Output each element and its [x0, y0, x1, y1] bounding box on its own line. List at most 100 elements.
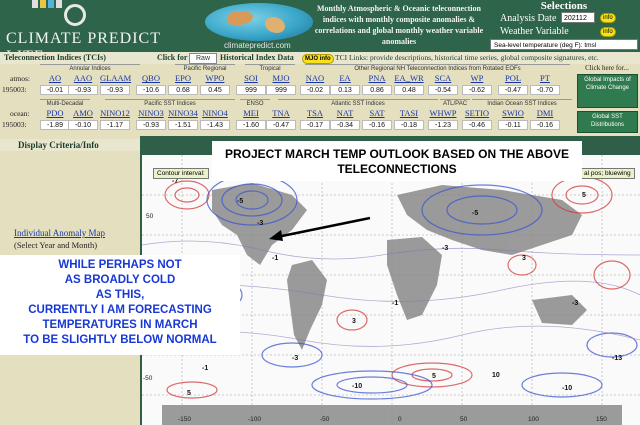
site-url[interactable]: climatepredict.com	[224, 41, 291, 50]
ship-wheel-icon	[64, 4, 86, 26]
index-link-ea[interactable]: EA	[330, 73, 360, 83]
index-link-setio[interactable]: SETIO	[462, 108, 492, 118]
index-link-tna[interactable]: TNA	[266, 108, 296, 118]
index-link-soi[interactable]: SOI	[236, 73, 266, 83]
forecast-annotation: WHILE PERHAPS NOT AS BROADLY COLD AS THI…	[0, 255, 240, 355]
index-link-mjo[interactable]: MJO	[266, 73, 296, 83]
raw-select[interactable]: Raw	[189, 53, 218, 64]
index-link-swio[interactable]: SWIO	[498, 108, 528, 118]
tci-links-note: TCI Links: provide descriptions, histori…	[335, 53, 599, 62]
tci-toolbar: Teleconnection Indices (TCIs) Click for …	[0, 52, 640, 64]
click-here-label: Click here for...	[585, 64, 629, 72]
index-value-tsa: -0.17	[300, 120, 330, 130]
contour-value: -3	[442, 245, 448, 252]
forecast-line: AS BROADLY COLD	[64, 274, 176, 286]
global-impacts-button[interactable]: Global Impacts of Climate Change	[577, 74, 638, 108]
group-pacific-sst: Pacific SST Indices	[105, 99, 235, 107]
index-value-pdo: -1.89	[40, 120, 70, 130]
weather-variable-info-button[interactable]: info	[600, 27, 616, 37]
lon-label: 50	[460, 416, 468, 423]
index-link-dmi[interactable]: DMI	[530, 108, 560, 118]
selections-panel: Selections Analysis Date 202112 info Wea…	[488, 0, 640, 52]
index-link-nino4[interactable]: NINO4	[200, 108, 230, 118]
index-value-wpo: 0.45	[200, 85, 230, 95]
index-link-amo[interactable]: AMO	[68, 108, 98, 118]
individual-anomaly-map-link[interactable]: Individual Anomaly Map	[14, 228, 105, 238]
globe-icon[interactable]	[205, 3, 313, 41]
index-link-aao[interactable]: AAO	[68, 73, 98, 83]
index-link-nino3[interactable]: NINO3	[136, 108, 166, 118]
index-link-nat[interactable]: NAT	[330, 108, 360, 118]
index-value-nino3: -0.93	[136, 120, 166, 130]
forecast-line: TO BE SLIGHTLY BELOW NORMAL	[23, 334, 217, 346]
index-value-swio: -0.11	[498, 120, 528, 130]
mjo-info-button[interactable]: MJO info	[302, 54, 334, 64]
contour-value: -1	[202, 365, 208, 372]
index-value-ea: 0.13	[330, 85, 360, 95]
group-other-regional: Other Regional NH Teleconnection Indices…	[305, 64, 570, 72]
index-value-nat: -0.34	[330, 120, 360, 130]
lon-label: 150	[596, 416, 607, 423]
forecast-line: WHILE PERHAPS NOT	[58, 259, 182, 271]
index-link-tsa[interactable]: TSA	[300, 108, 330, 118]
global-sst-button[interactable]: Global SST Distributions	[577, 111, 638, 133]
forecast-line: TEMPERATURES IN MARCH	[42, 319, 198, 331]
contour-value: -13	[612, 355, 622, 362]
index-link-sat[interactable]: SAT	[362, 108, 392, 118]
index-link-qbo[interactable]: QBO	[136, 73, 166, 83]
index-link-mei[interactable]: MEI	[236, 108, 266, 118]
logo[interactable]: CLIMATE PREDICT LITE	[4, 0, 194, 65]
index-link-sca[interactable]: SCA	[428, 73, 458, 83]
index-link-ao[interactable]: AO	[40, 73, 70, 83]
climate-predict-page: CLIMATE PREDICT LITE climatepredict.com …	[0, 0, 640, 425]
individual-anomaly-map-subtitle: (Select Year and Month)	[14, 240, 98, 250]
anomaly-color-label: al pos; bluewing	[580, 168, 635, 179]
click-for-label: Click for	[157, 53, 188, 62]
atmos-row-label: atmos:	[10, 74, 30, 83]
arrow-icon	[269, 216, 371, 241]
index-link-wpo[interactable]: WPO	[200, 73, 230, 83]
contour-value: -5	[472, 210, 478, 217]
contour-interval-label: Contour interval:	[153, 168, 209, 179]
analysis-date-select[interactable]: 202112	[561, 12, 595, 23]
contour-value: 10	[492, 372, 500, 379]
index-link-nino12[interactable]: NINO12	[100, 108, 130, 118]
ocean-row-period: 195003:	[2, 120, 27, 129]
index-link-wp[interactable]: WP	[462, 73, 492, 83]
index-link-tasi[interactable]: TASI	[394, 108, 424, 118]
group-atlantic-sst: Atlantic SST Indices	[278, 99, 438, 107]
contour-value: -1	[392, 300, 398, 307]
index-value-wp: -0.62	[462, 85, 492, 95]
index-value-mei: -1.60	[236, 120, 266, 130]
index-link-epo[interactable]: EPO	[168, 73, 198, 83]
contour-value: 5	[187, 390, 191, 397]
index-link-ea_wr[interactable]: EA_WR	[394, 73, 424, 83]
lon-label: 100	[528, 416, 539, 423]
analysis-date-info-button[interactable]: info	[600, 13, 616, 23]
index-value-nino34: -1.51	[168, 120, 198, 130]
index-value-nao: -0.02	[300, 85, 330, 95]
group-tropical: Tropical	[245, 64, 295, 72]
historical-index-data-link[interactable]: Historical Index Data	[220, 52, 294, 64]
index-link-pna[interactable]: PNA	[362, 73, 392, 83]
index-value-mjo: 999	[266, 85, 296, 95]
index-link-glaam[interactable]: GLAAM	[100, 73, 131, 83]
index-value-setio: -0.46	[462, 120, 492, 130]
index-link-nao[interactable]: NAO	[300, 73, 330, 83]
lon-label: 0	[398, 416, 402, 423]
header: CLIMATE PREDICT LITE climatepredict.com …	[0, 0, 640, 65]
tci-title: Teleconnection Indices (TCIs)	[4, 53, 106, 62]
contour-value: -7	[172, 178, 178, 185]
index-link-whwp[interactable]: WHWP	[428, 108, 458, 118]
index-link-pol[interactable]: POL	[498, 73, 528, 83]
analysis-date-label: Analysis Date	[500, 13, 557, 24]
index-link-pt[interactable]: PT	[530, 73, 560, 83]
index-link-nino34[interactable]: NINO34	[168, 108, 198, 118]
group-multi-decadal: Multi-Decadal	[40, 99, 90, 107]
lon-label: -50	[320, 416, 330, 423]
index-link-pdo[interactable]: PDO	[40, 108, 70, 118]
forecast-line: AS THIS,	[95, 289, 145, 301]
display-criteria-header[interactable]: Display Criteria/Info	[0, 139, 140, 151]
weather-variable-select[interactable]: Sea-level temperature (deg F): tmsl	[490, 39, 638, 50]
index-value-soi: 999	[236, 85, 266, 95]
